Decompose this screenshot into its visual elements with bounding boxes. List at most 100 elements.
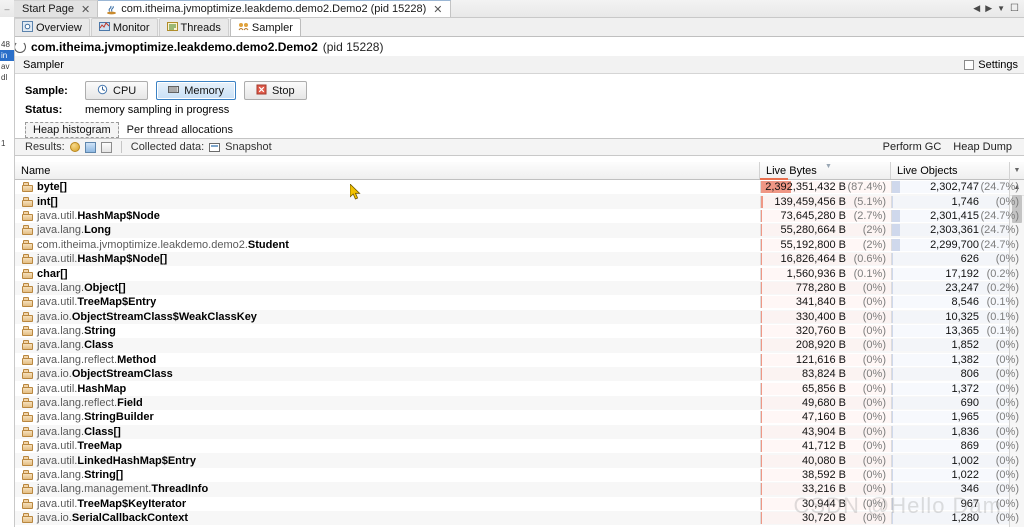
package-prefix: java.io. xyxy=(37,512,72,525)
table-row[interactable]: java.lang.Class[] 43,904 B (0%) 1,836 (0%) xyxy=(15,424,1024,440)
table-row[interactable]: byte[] 2,392,351,432 B (87.4%) 2,302,747 (24… xyxy=(15,180,1024,195)
cell-class-name: java.lang.management.ThreadInfo xyxy=(15,483,760,495)
tab-label: Sampler xyxy=(251,21,293,34)
table-row[interactable]: java.util.HashMap 65,856 B (0%) 1,372 (0%) xyxy=(15,381,1024,396)
live-bytes-percent: (0%) xyxy=(862,454,886,467)
live-objects-percent: (0%) xyxy=(995,425,1019,438)
memory-button[interactable]: Memory xyxy=(156,81,236,100)
table-row[interactable]: char[] 1,560,936 B (0.1%) 17,192 (0.2%) xyxy=(15,266,1024,281)
live-objects-value: 1,836 xyxy=(951,425,979,438)
class-icon xyxy=(22,182,33,193)
cell-class-name: java.lang.reflect.Field xyxy=(15,397,760,409)
column-header-live-bytes[interactable]: Live Bytes ▼ xyxy=(760,162,891,180)
table-row[interactable]: java.lang.String 320,760 B (0%) 13,365 (0.1%… xyxy=(15,323,1024,339)
live-bytes-percent: (87.4%) xyxy=(847,181,886,194)
table-row[interactable]: java.util.TreeMap$Entry 341,840 B (0%) 8,54… xyxy=(15,295,1024,310)
process-pid: (pid 15228) xyxy=(322,40,384,54)
column-header-name[interactable]: Name xyxy=(15,162,760,179)
table-header-row: Name Live Bytes ▼ Live Objects ▼ xyxy=(15,162,1024,180)
tool-tab-strip: Overview Monitor Threads Sampler xyxy=(0,18,1024,37)
tab-overview[interactable]: Overview xyxy=(14,18,90,36)
table-row[interactable]: java.lang.management.ThreadInfo 33,216 B (… xyxy=(15,482,1024,497)
window-tab-start-page[interactable]: Start Page ✕ xyxy=(14,0,99,17)
live-bytes-percent: (0%) xyxy=(862,281,886,294)
live-bytes-percent: (0%) xyxy=(862,368,886,381)
table-row[interactable]: java.util.HashMap$Node[] 16,826,464 B (0.6… xyxy=(15,251,1024,267)
live-objects-value: 869 xyxy=(960,440,979,453)
cell-live-objects: 17,192 (0.2%) xyxy=(891,267,1024,280)
table-row[interactable]: java.lang.Object[] 778,280 B (0%) 23,247 (0.… xyxy=(15,280,1024,296)
table-row[interactable]: java.lang.String[] 38,592 B (0%) 1,022 (0%) xyxy=(15,467,1024,483)
ball-icon[interactable] xyxy=(69,142,80,152)
live-bytes-value: 55,280,664 B xyxy=(780,224,846,237)
left-frag: av xyxy=(1,62,10,71)
sampler-panel: Sampler Settings Sample: CPU Memory Stop xyxy=(14,56,1024,527)
column-chooser-button[interactable]: ▼ xyxy=(1010,162,1024,180)
left-frag: dl xyxy=(1,73,8,82)
table-row[interactable]: java.lang.Long 55,280,664 B (2%) 2,303,361(… xyxy=(15,223,1024,238)
class-icon xyxy=(22,354,33,365)
simple-class-name: TreeMap$KeyIterator xyxy=(77,497,187,510)
chevron-down-icon[interactable]: ▼ xyxy=(997,4,1005,13)
live-bytes-value: 33,216 B xyxy=(801,483,846,496)
tab-label: Threads xyxy=(180,21,221,34)
table-row[interactable]: java.io.ObjectStreamClass 83,824 B (0%) 806… xyxy=(15,367,1024,382)
maximize-icon[interactable]: ☐ xyxy=(1010,3,1019,14)
cpu-button[interactable]: CPU xyxy=(85,81,149,100)
live-bytes-percent: (0%) xyxy=(862,397,886,410)
table-row[interactable]: java.util.TreeMap$KeyIterator 30,944 B (0%… xyxy=(15,496,1024,511)
cell-class-name: java.lang.String xyxy=(15,325,760,337)
perform-gc-button[interactable]: Perform GC xyxy=(883,141,942,153)
simple-class-name: int[] xyxy=(37,195,58,208)
delta-icon[interactable] xyxy=(100,141,112,153)
table-row[interactable]: java.lang.StringBuilder 47,160 B (0%) 1,965… xyxy=(15,410,1024,425)
live-objects-value: 1,002 xyxy=(951,454,979,467)
close-icon[interactable]: ✕ xyxy=(430,3,442,16)
prev-arrow-icon[interactable]: ◀ xyxy=(973,3,980,14)
cell-class-name: java.util.HashMap$Node[] xyxy=(15,253,760,265)
live-bytes-value: 30,944 B xyxy=(801,497,846,510)
column-header-live-objects[interactable]: Live Objects ▼ xyxy=(891,162,1024,179)
live-bytes-percent: (0%) xyxy=(862,440,886,453)
live-bytes-value: 208,920 B xyxy=(795,339,846,352)
table-row[interactable]: java.util.HashMap$Node 73,645,280 B (2.7%)… xyxy=(15,208,1024,224)
table-row[interactable]: int[] 139,459,456 B (5.1%) 1,746 (0%) xyxy=(15,194,1024,209)
cell-live-objects: 1,372 (0%) xyxy=(891,382,1024,395)
table-row[interactable]: java.lang.reflect.Field 49,680 B (0%) 690 (0… xyxy=(15,395,1024,411)
table-row[interactable]: java.io.ObjectStreamClass$WeakClassKey 33… xyxy=(15,309,1024,324)
package-prefix: java.lang.reflect. xyxy=(37,353,118,366)
class-name-text: java.lang.StringBuilder xyxy=(37,411,154,423)
tab-threads[interactable]: Threads xyxy=(158,18,229,36)
package-prefix: java.util. xyxy=(37,253,78,266)
results-label: Results: xyxy=(25,141,65,153)
settings-checkbox[interactable] xyxy=(964,59,975,70)
simple-class-name: HashMap xyxy=(77,382,127,395)
table-row[interactable]: java.util.LinkedHashMap$Entry 40,080 B (0%… xyxy=(15,453,1024,468)
table-row[interactable]: com.itheima.jvmoptimize.leakdemo.demo2.S… xyxy=(15,237,1024,252)
left-frag: in xyxy=(0,50,14,61)
live-bytes-value: 139,459,456 B xyxy=(774,195,846,208)
refresh-icon[interactable] xyxy=(84,141,96,153)
package-prefix: java.util. xyxy=(37,382,78,395)
live-bytes-bar xyxy=(761,353,762,366)
table-row[interactable]: java.io.SerialCallbackContext 30,720 B (0%… xyxy=(15,510,1024,526)
table-row[interactable]: java.lang.reflect.Method 121,616 B (0%) 1,3… xyxy=(15,352,1024,368)
cell-live-objects: 1,852 (0%) xyxy=(891,339,1024,352)
class-icon xyxy=(22,412,33,423)
next-arrow-icon[interactable]: ▶ xyxy=(985,3,992,14)
tab-monitor[interactable]: Monitor xyxy=(90,18,158,36)
live-bytes-percent: (0%) xyxy=(862,382,886,395)
settings-toggle[interactable]: Settings xyxy=(964,59,1018,71)
table-row[interactable]: java.lang.Class 208,920 B (0%) 1,852 (0%) xyxy=(15,338,1024,353)
heap-dump-button[interactable]: Heap Dump xyxy=(953,141,1012,153)
subtab-heap-histogram[interactable]: Heap histogram xyxy=(25,122,119,138)
window-tab-demo2[interactable]: com.itheima.jvmoptimize.leakdemo.demo2.D… xyxy=(98,0,451,17)
cell-class-name: java.lang.StringBuilder xyxy=(15,411,760,423)
cell-live-bytes: 208,920 B (0%) xyxy=(760,339,891,352)
subtab-per-thread-allocations[interactable]: Per thread allocations xyxy=(119,122,241,138)
tab-sampler[interactable]: Sampler xyxy=(229,18,301,36)
close-icon[interactable]: ✕ xyxy=(78,3,90,16)
stop-button[interactable]: Stop xyxy=(243,81,307,100)
class-icon xyxy=(22,426,33,437)
table-row[interactable]: java.util.TreeMap 41,712 B (0%) 869 (0%) xyxy=(15,439,1024,454)
